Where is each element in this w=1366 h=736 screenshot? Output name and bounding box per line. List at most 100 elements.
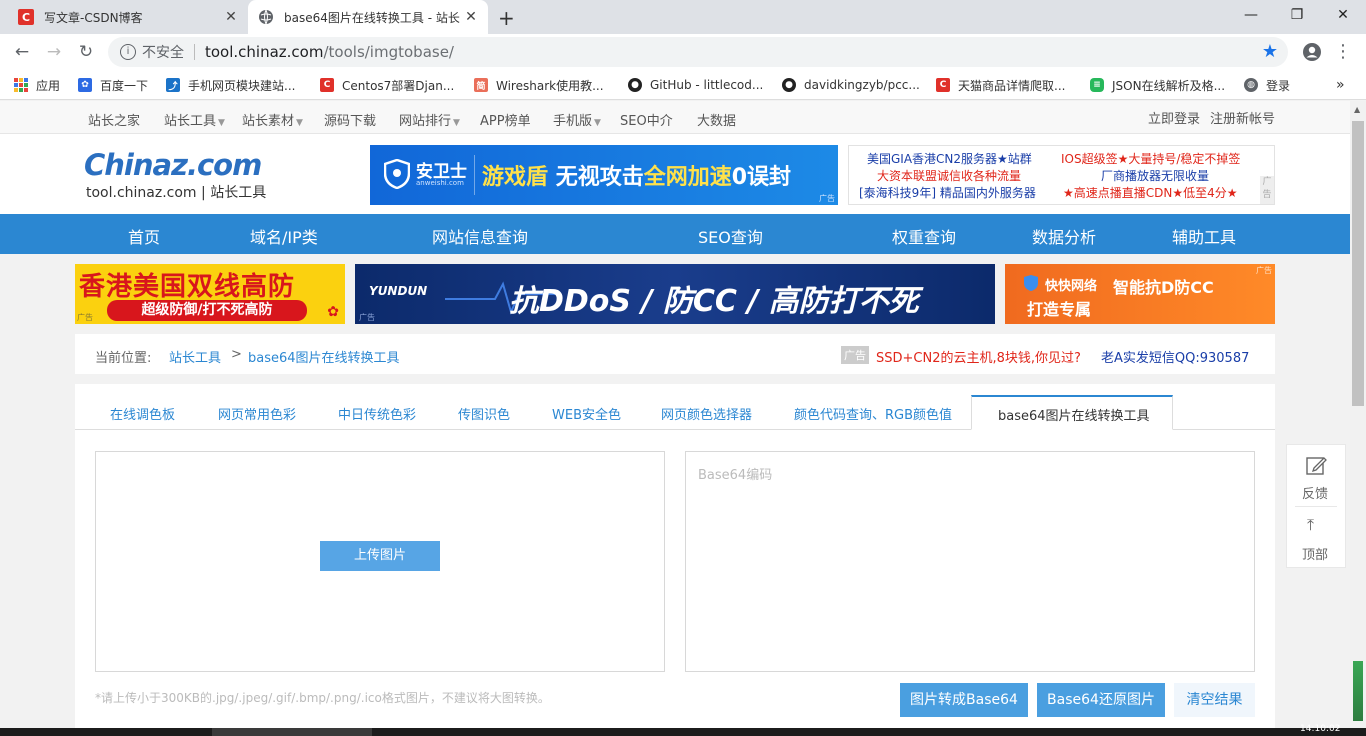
- security-label: 不安全: [142, 45, 184, 61]
- forward-arrow-icon[interactable]: →: [42, 40, 66, 64]
- more-bookmarks-icon[interactable]: »: [1336, 76, 1345, 94]
- back-to-top-button[interactable]: ⤒ 顶部: [1287, 507, 1345, 567]
- address-bar[interactable]: i 不安全 tool.chinaz.com/tools/imgtobase/ ★: [108, 37, 1288, 67]
- edit-icon: [1305, 455, 1327, 477]
- breadcrumb-contact-link[interactable]: 老A实发短信QQ:930587: [1101, 347, 1249, 366]
- breadcrumb-ad-link[interactable]: SSD+CN2的云主机,8块钱,你见过?: [876, 347, 1081, 366]
- ad-banner-yundun[interactable]: YUNDUN 抗DDoS / 防CC / 高防打不死 广告: [355, 264, 995, 324]
- menu-kebab-icon[interactable]: ⋮: [1334, 42, 1352, 62]
- text-ad-link[interactable]: 美国GIA香港CN2服务器★站群: [867, 150, 1032, 167]
- ad-title: 香港美国双线高防: [79, 272, 296, 302]
- bookmark-apps[interactable]: 应用: [14, 76, 60, 94]
- mainnav-aux-tools[interactable]: 辅助工具: [1172, 224, 1236, 248]
- tab-traditional-colors[interactable]: 中日传统色彩: [338, 404, 416, 423]
- ad-banner-anweishi[interactable]: 安卫士 anweishi.com 游戏盾 无视攻击全网加速0误封 广告: [370, 145, 838, 205]
- minimize-button[interactable]: —: [1228, 0, 1274, 30]
- ad-banner-kuaikuai[interactable]: 快快网络 智能抗D防CC 打造专属 广告: [1005, 264, 1275, 324]
- upload-area[interactable]: 上传图片: [95, 451, 665, 672]
- topnav-item-bigdata[interactable]: 大数据: [697, 110, 736, 129]
- bookmark-github-2[interactable]: ● davidkingzyb/pcc...: [782, 76, 920, 94]
- ad-title: 抗DDoS / 防CC / 高防打不死: [509, 284, 919, 319]
- ad-text-d: 0误封: [731, 165, 792, 190]
- caret-down-icon: ▼: [453, 118, 460, 128]
- close-tab-icon[interactable]: ✕: [222, 9, 240, 25]
- taskbar-app[interactable]: [212, 728, 372, 736]
- clear-result-button[interactable]: 清空结果: [1174, 683, 1255, 717]
- back-arrow-icon[interactable]: ←: [10, 40, 34, 64]
- bookmark-baidu[interactable]: ✿ 百度一下: [78, 76, 148, 94]
- mainnav-home[interactable]: 首页: [128, 224, 160, 248]
- topnav-item-tools[interactable]: 站长工具 ▼: [164, 110, 225, 129]
- mainnav-weight[interactable]: 权重查询: [892, 224, 956, 248]
- tab-base64-image[interactable]: base64图片在线转换工具: [971, 395, 1173, 430]
- tab-title: 写文章-CSDN博客: [44, 10, 143, 25]
- site-logo[interactable]: Chinaz.com: [84, 148, 262, 182]
- register-link[interactable]: 注册新帐号: [1210, 108, 1275, 127]
- tab-web-safe-colors[interactable]: WEB安全色: [552, 404, 621, 423]
- topnav-label: 站长素材: [242, 114, 295, 129]
- page-scrollbar[interactable]: ▲: [1350, 101, 1366, 728]
- topnav-label: 手机版: [553, 114, 593, 129]
- new-tab-button[interactable]: +: [498, 6, 515, 30]
- topnav-item-material[interactable]: 站长素材 ▼: [242, 110, 303, 129]
- divider: [194, 44, 195, 60]
- browser-tab-base64[interactable]: base64图片在线转换工具 - 站长 ✕: [248, 0, 488, 34]
- bookmark-wireshark[interactable]: 简 Wireshark使用教...: [474, 76, 604, 94]
- info-icon[interactable]: i: [120, 44, 136, 60]
- tab-color-code-rgb[interactable]: 颜色代码查询、RGB颜色值: [794, 404, 952, 423]
- bookmark-login[interactable]: ◍ 登录: [1244, 76, 1290, 94]
- tab-online-palette[interactable]: 在线调色板: [110, 404, 175, 423]
- scroll-indicator: [1353, 661, 1363, 721]
- ad-label: 广告: [841, 346, 869, 364]
- tab-color-picker[interactable]: 网页颜色选择器: [661, 404, 752, 423]
- caret-down-icon: ▼: [296, 118, 303, 128]
- login-link[interactable]: 立即登录: [1148, 108, 1200, 127]
- scroll-up-arrow-icon[interactable]: ▲: [1354, 105, 1360, 114]
- bookmark-star-icon[interactable]: ★: [1262, 41, 1278, 62]
- image-to-base64-button[interactable]: 图片转成Base64: [900, 683, 1028, 717]
- bookmark-centos[interactable]: C Centos7部署Djan...: [320, 76, 454, 94]
- topnav-item-ranking[interactable]: 网站排行 ▼: [399, 110, 460, 129]
- bookmark-tmall[interactable]: C 天猫商品详情爬取...: [936, 76, 1065, 94]
- tab-common-colors[interactable]: 网页常用色彩: [218, 404, 296, 423]
- mainnav-seo[interactable]: SEO查询: [698, 224, 763, 248]
- maximize-button[interactable]: ❐: [1274, 0, 1320, 30]
- bookmark-label: Centos7部署Djan...: [342, 78, 455, 93]
- text-ad-link[interactable]: IOS超级签★大量持号/稳定不掉签: [1061, 150, 1240, 167]
- close-window-button[interactable]: ✕: [1320, 0, 1366, 30]
- mainnav-data[interactable]: 数据分析: [1032, 224, 1096, 248]
- breadcrumb-current: base64图片在线转换工具: [248, 351, 400, 366]
- upload-image-button[interactable]: 上传图片: [320, 541, 440, 571]
- reload-icon[interactable]: ↻: [74, 40, 98, 64]
- ad-label: 广告: [819, 194, 835, 203]
- topnav-item-app[interactable]: APP榜单: [480, 110, 531, 129]
- bookmark-github-1[interactable]: ● GitHub - littlecod...: [628, 76, 763, 94]
- mainnav-domain-ip[interactable]: 域名/IP类: [250, 224, 318, 248]
- close-tab-icon[interactable]: ✕: [462, 9, 480, 25]
- text-ad-link[interactable]: [泰海科技9年] 精品国内外服务器: [859, 184, 1036, 201]
- shield-icon: [383, 158, 411, 190]
- bookmark-icon: ⤴: [166, 78, 180, 92]
- feedback-button[interactable]: 反馈: [1287, 445, 1345, 505]
- text-ad-link[interactable]: ★高速点播直播CDN★低至4分★: [1063, 184, 1238, 201]
- text-ad-link[interactable]: 厂商播放器无限收量: [1101, 167, 1209, 184]
- bookmark-label: 登录: [1266, 78, 1291, 93]
- mainnav-site-info[interactable]: 网站信息查询: [432, 224, 528, 248]
- bookmark-mobile-site[interactable]: ⤴ 手机网页模块建站...: [166, 76, 295, 94]
- ad-banner-hk-us[interactable]: 香港美国双线高防 超级防御/打不死高防 ✿ 广告: [75, 264, 345, 324]
- base64-textarea[interactable]: Base64编码: [685, 451, 1255, 672]
- text-ad-link[interactable]: 大资本联盟诚信收各种流量: [877, 167, 1021, 184]
- base64-to-image-button[interactable]: Base64还原图片: [1037, 683, 1165, 717]
- scrollbar-thumb[interactable]: [1352, 121, 1364, 406]
- topnav-item-home[interactable]: 站长之家: [88, 110, 140, 129]
- bookmark-json[interactable]: ≡ JSON在线解析及格...: [1090, 76, 1225, 94]
- browser-tab-csdn[interactable]: C 写文章-CSDN博客 ✕: [8, 0, 248, 34]
- tab-image-color-pick[interactable]: 传图识色: [458, 404, 510, 423]
- breadcrumb-home-link[interactable]: 站长工具: [169, 347, 221, 366]
- topnav-item-seo[interactable]: SEO中介: [620, 110, 673, 129]
- csdn-icon: C: [320, 78, 334, 92]
- ad-brand-sub: anweishi.com: [416, 179, 464, 187]
- topnav-item-mobile[interactable]: 手机版 ▼: [553, 110, 601, 129]
- account-icon[interactable]: [1302, 42, 1322, 62]
- topnav-item-source[interactable]: 源码下载: [324, 110, 376, 129]
